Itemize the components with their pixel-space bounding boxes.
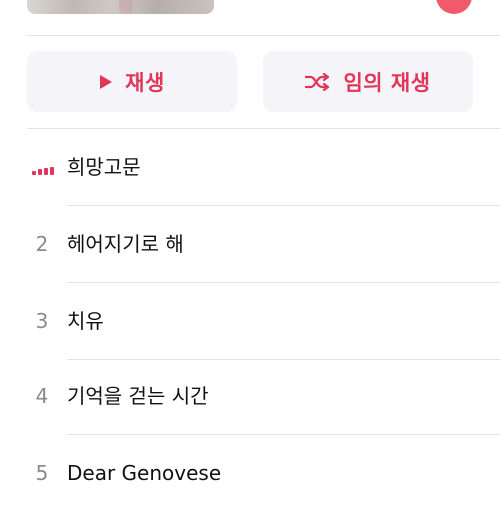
track-row-5[interactable]: 5 Dear Genovese bbox=[0, 435, 500, 512]
track-row-3[interactable]: 3 치유 bbox=[0, 283, 500, 360]
shuffle-button-label: 임의 재생 bbox=[343, 70, 431, 95]
track-title: Dear Genovese bbox=[67, 461, 222, 485]
track-number: 4 bbox=[35, 384, 49, 408]
track-row-4[interactable]: 4 기억을 걷는 시간 bbox=[0, 358, 500, 435]
track-row-1[interactable]: 희망고문 bbox=[0, 129, 500, 206]
play-icon bbox=[100, 74, 113, 89]
shuffle-button[interactable]: 임의 재생 bbox=[263, 51, 473, 112]
shuffle-icon bbox=[305, 72, 330, 91]
play-button[interactable]: 재생 bbox=[27, 51, 237, 112]
track-number: 5 bbox=[35, 461, 49, 485]
track-title: 치유 bbox=[67, 309, 104, 333]
now-playing-bars-icon bbox=[32, 167, 54, 175]
album-artwork[interactable] bbox=[27, 0, 214, 14]
track-number: 3 bbox=[35, 309, 49, 333]
track-title: 헤어지기로 해 bbox=[67, 232, 184, 256]
track-title: 기억을 걷는 시간 bbox=[67, 384, 209, 408]
track-title: 희망고문 bbox=[67, 155, 141, 179]
more-options-button[interactable] bbox=[436, 0, 472, 14]
divider bbox=[27, 35, 500, 36]
track-number: 2 bbox=[35, 232, 49, 256]
track-row-2[interactable]: 2 헤어지기로 해 bbox=[0, 206, 500, 283]
play-button-label: 재생 bbox=[125, 70, 165, 95]
